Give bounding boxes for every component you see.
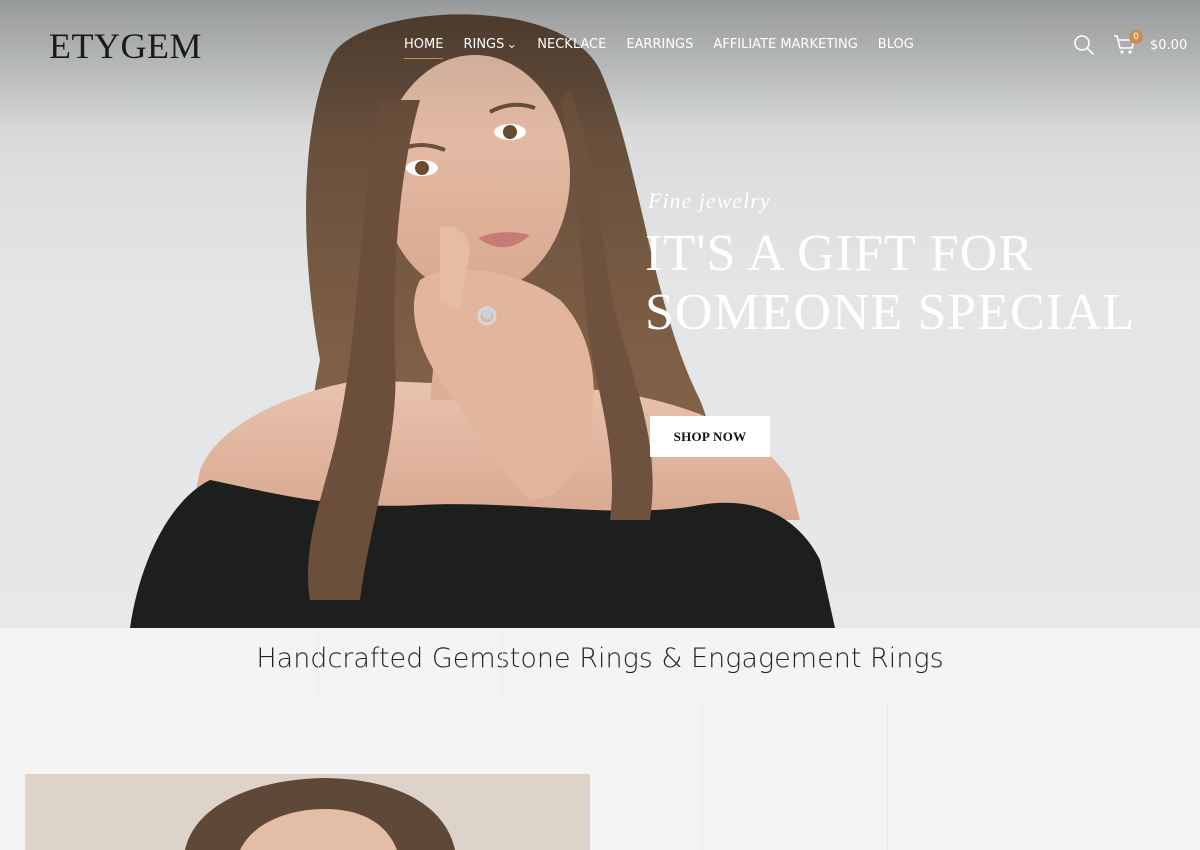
main-nav: HOME RINGS ⌄ NECKLACE EARRINGS AFFILIATE … xyxy=(404,36,934,59)
nav-item-rings[interactable]: RINGS ⌄ xyxy=(463,36,517,56)
nav-item-home[interactable]: HOME xyxy=(404,36,444,59)
nav-item-necklace[interactable]: NECKLACE xyxy=(537,36,606,56)
site-header: ETYGEM HOME RINGS ⌄ NECKLACE EARRINGS AFF… xyxy=(0,0,1200,90)
divider xyxy=(502,628,503,698)
product-model-photo xyxy=(25,774,590,850)
cart-total[interactable]: $0.00 xyxy=(1150,38,1187,54)
search-icon[interactable] xyxy=(1073,34,1095,56)
cart-count-badge: 0 xyxy=(1129,30,1143,44)
hero-title-line-1: IT'S A GIFT FOR xyxy=(645,225,1034,282)
nav-item-earrings-label: EARRINGS xyxy=(626,37,694,52)
product-image[interactable] xyxy=(25,774,590,850)
chevron-down-icon: ⌄ xyxy=(506,37,518,52)
divider xyxy=(702,700,703,850)
nav-item-blog-label: BLOG xyxy=(877,37,914,52)
nav-item-earrings[interactable]: EARRINGS xyxy=(626,36,693,56)
nav-item-blog[interactable]: BLOG xyxy=(878,36,914,56)
nav-item-affiliate-marketing-label: AFFILIATE MARKETING xyxy=(713,37,858,52)
site-logo[interactable]: ETYGEM xyxy=(49,26,202,66)
nav-item-home-label: HOME xyxy=(404,37,444,52)
section-title: Handcrafted Gemstone Rings & Engagement … xyxy=(256,643,944,674)
shop-now-button[interactable]: SHOP NOW xyxy=(650,416,770,457)
nav-item-affiliate-marketing[interactable]: AFFILIATE MARKETING xyxy=(713,36,857,56)
hero-kicker: Fine jewelry xyxy=(648,188,771,213)
hero-title-line-2: SOMEONE SPECIAL xyxy=(645,284,1136,341)
nav-item-rings-label: RINGS xyxy=(463,37,505,52)
nav-item-necklace-label: NECKLACE xyxy=(537,37,607,52)
hero-title: IT'S A GIFT FOR SOMEONE SPECIAL xyxy=(645,224,1165,342)
divider xyxy=(318,628,319,698)
divider xyxy=(887,700,888,850)
